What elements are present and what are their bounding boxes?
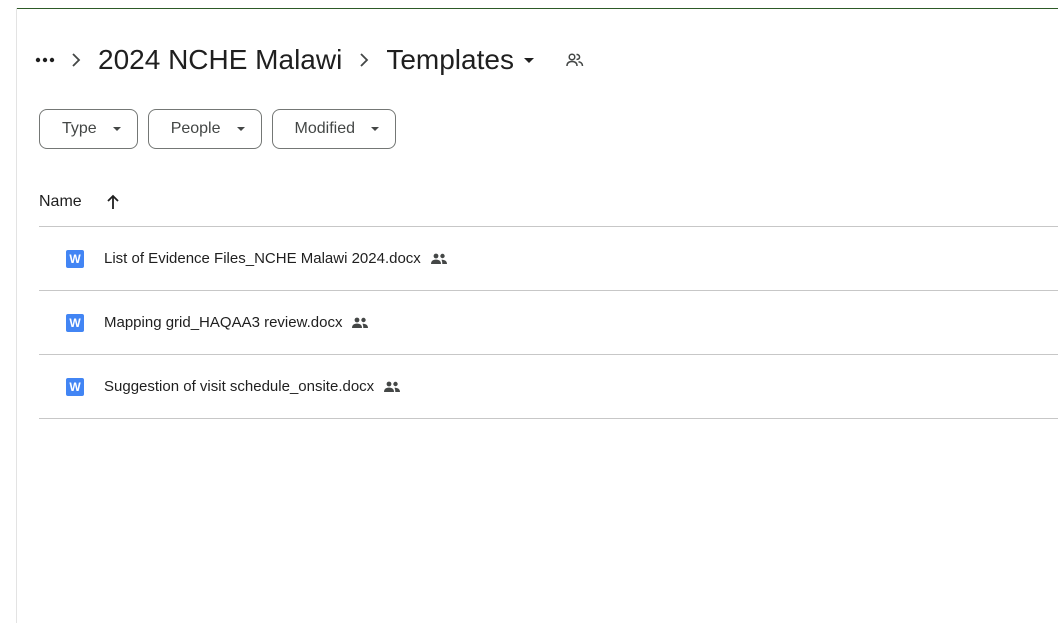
drive-folder-view: 2024 NCHE Malawi Templates Type People M… [0, 0, 1058, 623]
caret-down-icon [236, 127, 245, 131]
column-header: Name [39, 178, 1058, 227]
people-outline-icon [566, 53, 584, 67]
top-border [16, 8, 1058, 9]
filter-chips: Type People Modified [39, 109, 396, 149]
shared-folder-icon[interactable] [564, 49, 586, 71]
caret-down-icon [523, 57, 534, 63]
caret-down-icon [112, 127, 121, 131]
file-name: Mapping grid_HAQAA3 review.docx [104, 314, 343, 331]
word-doc-icon: W [66, 249, 84, 268]
caret-down-icon [371, 127, 379, 131]
breadcrumb-parent-folder[interactable]: 2024 NCHE Malawi [94, 44, 346, 76]
name-column-header[interactable]: Name [39, 193, 82, 211]
current-folder-label: Templates [386, 44, 514, 75]
chevron-right-icon [360, 53, 369, 67]
word-doc-icon: W [66, 313, 84, 332]
chip-label: Modified [294, 120, 355, 137]
shared-people-icon [350, 316, 370, 330]
breadcrumb-more-button[interactable] [32, 47, 58, 73]
file-row[interactable]: W Suggestion of visit schedule_onsite.do… [39, 355, 1058, 419]
shared-people-icon [382, 380, 402, 394]
file-name: List of Evidence Files_NCHE Malawi 2024.… [104, 250, 421, 267]
word-doc-icon: W [66, 377, 84, 396]
breadcrumb-current-folder[interactable]: Templates [382, 44, 538, 76]
file-list: W List of Evidence Files_NCHE Malawi 202… [39, 227, 1058, 419]
filter-people-chip[interactable]: People [147, 109, 262, 149]
breadcrumb-separator [346, 53, 382, 67]
more-horiz-icon [35, 57, 55, 63]
shared-people-icon [429, 252, 449, 266]
filter-modified-chip[interactable]: Modified [271, 109, 396, 149]
chevron-right-icon [72, 53, 81, 67]
chip-label: People [170, 120, 221, 137]
arrow-up-icon [107, 194, 119, 209]
sort-ascending-button[interactable] [104, 193, 122, 211]
file-name: Suggestion of visit schedule_onsite.docx [104, 378, 375, 395]
filter-type-chip[interactable]: Type [39, 109, 138, 149]
breadcrumb: 2024 NCHE Malawi Templates [32, 38, 586, 82]
chip-label: Type [62, 120, 97, 137]
file-row[interactable]: W Mapping grid_HAQAA3 review.docx [39, 291, 1058, 355]
breadcrumb-separator [58, 53, 94, 67]
left-border [16, 8, 17, 623]
file-row[interactable]: W List of Evidence Files_NCHE Malawi 202… [39, 227, 1058, 291]
